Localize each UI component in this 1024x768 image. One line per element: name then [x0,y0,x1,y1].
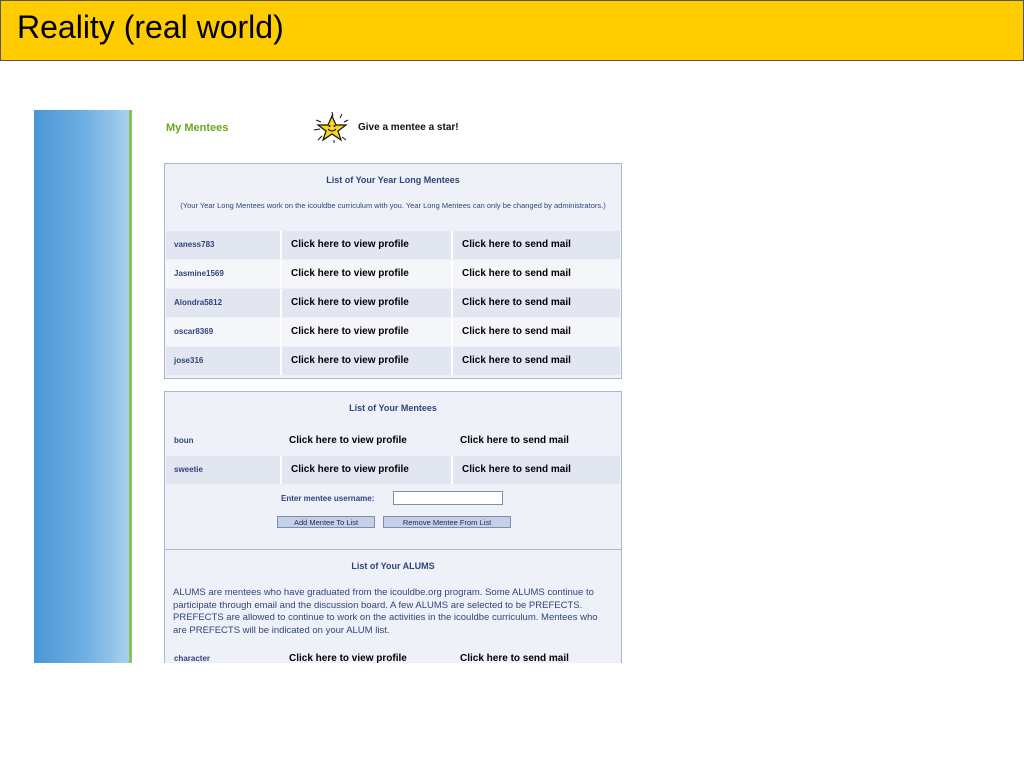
mentee-name-link[interactable]: boun [174,427,280,455]
mentee-name-link[interactable]: Alondra5812 [174,289,280,317]
view-profile-link[interactable]: Click here to view profile [280,318,451,346]
star-icon[interactable] [312,110,358,146]
table-row: vaness783 Click here to view profile Cli… [166,231,620,259]
mentee-name-link[interactable]: Jasmine1569 [174,260,280,288]
send-mail-link[interactable]: Click here to send mail [451,645,621,663]
table-row: Alondra5812 Click here to view profile C… [166,289,620,317]
send-mail-link[interactable]: Click here to send mail [451,231,621,259]
username-label: Enter mentee username: [281,494,375,503]
slide-title-bar: Reality (real world) [0,0,1024,61]
panel-title: List of Your Year Long Mentees [326,175,460,185]
send-mail-link[interactable]: Click here to send mail [451,260,621,288]
mentee-name-link[interactable]: jose316 [174,347,280,375]
mentee-name-link[interactable]: vaness783 [174,231,280,259]
view-profile-link[interactable]: Click here to view profile [280,347,451,375]
mentee-name-link[interactable]: character [174,645,280,663]
send-mail-link[interactable]: Click here to send mail [451,289,621,317]
mentee-username-input[interactable] [393,491,503,505]
section-title: My Mentees [166,122,229,134]
view-profile-link[interactable]: Click here to view profile [280,260,451,288]
table-row: oscar8369 Click here to view profile Cli… [166,318,620,346]
view-profile-link[interactable]: Click here to view profile [280,456,451,484]
year-long-mentees-panel: List of Your Year Long Mentees (Your Yea… [164,163,622,379]
table-row: boun Click here to view profile Click he… [166,427,620,455]
mentee-name-link[interactable]: oscar8369 [174,318,280,346]
mentees-panel: List of Your Mentees boun Click here to … [164,391,622,550]
alums-panel: List of Your ALUMS ALUMS are mentees who… [164,549,622,663]
send-mail-link[interactable]: Click here to send mail [451,318,621,346]
panel-title: List of Your ALUMS [351,561,435,571]
table-row: sweetie Click here to view profile Click… [166,456,620,484]
table-row: character Click here to view profile Cli… [166,645,620,663]
remove-mentee-button[interactable]: Remove Mentee From List [383,516,511,528]
slide-title: Reality (real world) [17,9,284,45]
table-row: jose316 Click here to view profile Click… [166,347,620,375]
give-star-link[interactable]: Give a mentee a star! [358,122,459,133]
sidebar-strip [34,110,129,663]
alums-description: ALUMS are mentees who have graduated fro… [173,587,598,636]
panel-note: (Your Year Long Mentees work on the icou… [180,201,606,210]
view-profile-link[interactable]: Click here to view profile [280,645,451,663]
view-profile-link[interactable]: Click here to view profile [280,427,451,455]
send-mail-link[interactable]: Click here to send mail [451,347,621,375]
screenshot-frame: My Mentees Give a mentee a star! List of… [34,110,634,663]
view-profile-link[interactable]: Click here to view profile [280,289,451,317]
panel-title: List of Your Mentees [349,403,437,413]
sidebar-divider [129,110,132,663]
send-mail-link[interactable]: Click here to send mail [451,456,621,484]
send-mail-link[interactable]: Click here to send mail [451,427,621,455]
view-profile-link[interactable]: Click here to view profile [280,231,451,259]
table-row: Jasmine1569 Click here to view profile C… [166,260,620,288]
mentee-name-link[interactable]: sweetie [174,456,280,484]
add-mentee-button[interactable]: Add Mentee To List [277,516,375,528]
